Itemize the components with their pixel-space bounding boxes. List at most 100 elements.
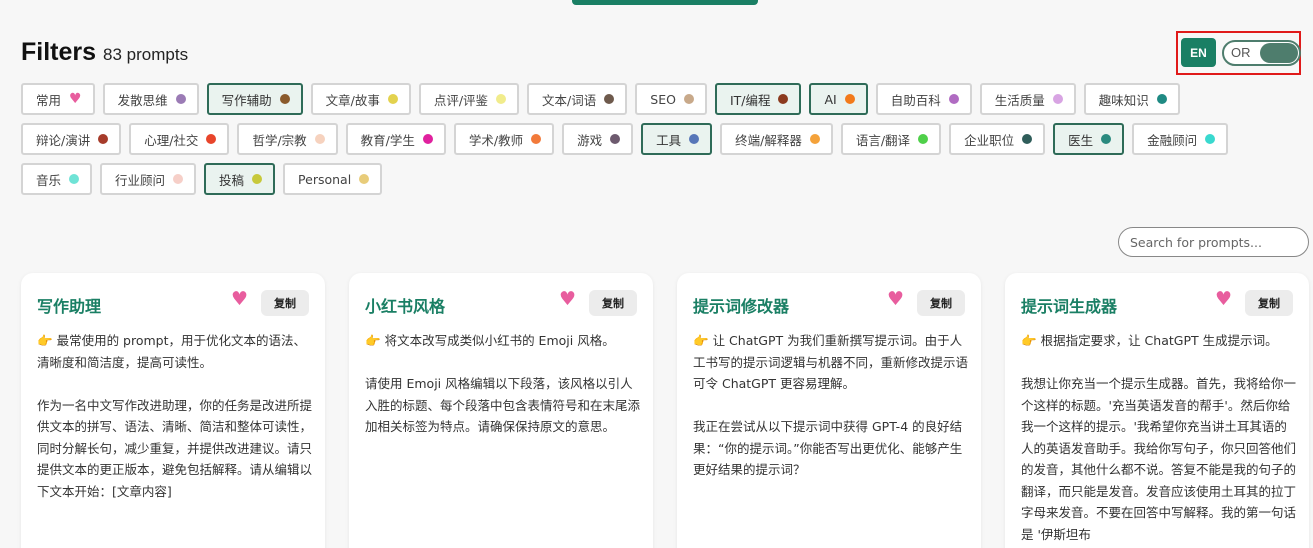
prompt-card: 提示词生成器 ♥ 复制 👉 根据指定要求，让 ChatGPT 生成提示词。 我想让你充当一… [1005,273,1309,548]
card-body: 👉 根据指定要求，让 ChatGPT 生成提示词。 我想让你充当一个提示生成器。首先… [1021,330,1297,545]
color-dot-icon [1022,134,1033,144]
favorite-heart-icon[interactable]: ♥ [559,290,576,309]
card-title[interactable]: 提示词修改器 [693,293,789,317]
filter-tag[interactable]: 常用 ♥ [21,83,95,115]
copy-button[interactable]: 复制 [261,290,309,316]
filter-tag[interactable]: 生活质量 [979,83,1076,115]
filter-tag-label: 文章/故事 [325,92,380,108]
color-dot-icon [387,94,398,104]
card-prompt-text: 作为一名中文写作改进助理，你的任务是改进所提供文本的拼写、语法、清晰、简洁和整体… [37,395,313,503]
card-description: 👉 根据指定要求，让 ChatGPT 生成提示词。 [1021,330,1297,352]
filter-tag[interactable]: 写作辅助 [206,83,303,115]
filter-tag-label: 教育/学生 [360,132,415,148]
filter-tag[interactable]: 点评/评鉴 [418,83,520,115]
filter-tag-label: 发散思维 [117,92,168,108]
filter-tag-label: 哲学/宗教 [252,132,307,148]
color-dot-icon [604,94,615,104]
filter-tag[interactable]: 金融顾问 [1132,123,1229,155]
pointing-hand-icon: 👉 [693,333,709,348]
card-title[interactable]: 写作助理 [37,293,101,317]
color-dot-icon [610,134,621,144]
filter-tag-label: 医生 [1068,132,1094,148]
filter-tag-label: 常用 [36,92,62,108]
filter-tag[interactable]: 音乐 [21,163,93,195]
filter-tag-label: 写作辅助 [221,92,272,108]
filter-tag-label: 辩论/演讲 [36,132,91,148]
search-input[interactable] [1118,227,1309,257]
favorite-heart-icon[interactable]: ♥ [231,290,248,309]
card-paragraph-text: 我正在尝试从以下提示词中获得 GPT-4 的良好结果：“你的提示词。”你能否写出… [693,419,963,477]
filters-header: Filters 83 prompts [21,38,188,67]
filter-tag[interactable]: 哲学/宗教 [237,123,338,155]
color-dot-icon [496,94,507,104]
filter-tag-label: Personal [298,171,352,187]
prompt-card: 小红书风格 ♥ 复制 👉 将文本改写成类似小红书的 Emoji 风格。请使用 Emoji… [349,273,653,548]
page-title: Filters [21,38,97,66]
copy-button[interactable]: 复制 [917,290,965,316]
filter-tag-label: IT/编程 [729,92,771,108]
filter-tag[interactable]: 企业职位 [949,123,1046,155]
filter-tag[interactable]: 自助百科 [875,83,972,115]
filter-tag[interactable]: Personal [283,163,383,195]
color-dot-icon [844,94,855,104]
filter-tag-label: 语言/翻译 [855,132,911,148]
color-dot-icon [531,134,542,144]
filter-tag[interactable]: 学术/教师 [453,123,555,155]
card-title[interactable]: 小红书风格 [365,293,445,317]
color-dot-icon [809,134,820,144]
filter-tag[interactable]: 辩论/演讲 [21,123,122,155]
filter-tag[interactable]: AI [809,83,868,115]
card-paragraph-text: 请使用 Emoji 风格编辑以下段落，该风格以引人入胜的标题、每个段落中包含表情… [365,376,641,434]
filter-tag[interactable]: 语言/翻译 [840,123,942,155]
filter-tag-label: 文本/词语 [542,92,597,108]
color-dot-icon [1156,94,1167,104]
pointing-hand-icon: 👉 [365,333,381,348]
filter-tag-label: 音乐 [36,172,62,188]
color-dot-icon [175,94,186,104]
filter-tag[interactable]: 发散思维 [102,83,199,115]
top-banner-strip [572,0,758,5]
card-body: 👉 让 ChatGPT 为我们重新撰写提示词。由于人工书写的提示词逻辑与机器不同，… [693,330,969,481]
filter-tag[interactable]: 医生 [1053,123,1125,155]
tag-row: 常用 ♥ 发散思维 写作辅助 文章/故事 点评/评鉴 文本/词语 SEO IT/编程 AI 自助百科… [21,83,1311,115]
filter-tag[interactable]: IT/编程 [714,83,802,115]
color-dot-icon [1101,134,1112,144]
card-body: 👉 最常使用的 prompt，用于优化文本的语法、清晰度和简洁度，提高可读性。 作为… [37,330,313,502]
filter-tag[interactable]: 心理/社交 [129,123,230,155]
or-and-toggle[interactable]: OR [1222,40,1301,66]
card-paragraph-text: 最常使用的 prompt，用于优化文本的语法、清晰度和简洁度，提高可读性。 [37,333,307,370]
tag-row: 辩论/演讲 心理/社交 哲学/宗教 教育/学生 学术/教师 游戏 工具 终端/解释器 语言/翻译… [21,123,1311,155]
card-prompt-text: 请使用 Emoji 风格编辑以下段落，该风格以引人入胜的标题、每个段落中包含表情… [365,373,641,438]
filter-tag[interactable]: 终端/解释器 [720,123,833,155]
card-description: 👉 让 ChatGPT 为我们重新撰写提示词。由于人工书写的提示词逻辑与机器不同，… [693,330,969,395]
card-paragraph-text: 将文本改写成类似小红书的 Emoji 风格。 [384,333,615,348]
favorite-heart-icon[interactable]: ♥ [887,290,904,309]
language-toggle-button[interactable]: EN [1181,38,1216,67]
favorite-heart-icon[interactable]: ♥ [1215,290,1232,309]
prompt-count: 83 prompts [103,45,189,64]
color-dot-icon [173,174,184,184]
card-body: 👉 将文本改写成类似小红书的 Emoji 风格。请使用 Emoji 风格编辑以下段… [365,330,641,438]
color-dot-icon [314,134,325,144]
heart-icon: ♥ [69,91,82,107]
color-dot-icon [422,134,433,144]
color-dot-icon [689,134,700,144]
copy-button[interactable]: 复制 [589,290,637,316]
filter-tag[interactable]: 趣味知识 [1083,83,1180,115]
tag-row: 音乐 行业顾问 投稿 Personal [21,163,1311,195]
filter-tag[interactable]: 投稿 [204,163,276,195]
filter-tag[interactable]: 教育/学生 [345,123,446,155]
filter-tag[interactable]: 文本/词语 [527,83,628,115]
prompt-card: 提示词修改器 ♥ 复制 👉 让 ChatGPT 为我们重新撰写提示词。由于人工书写的提示… [677,273,981,548]
filter-tag[interactable]: SEO [635,83,707,115]
card-title[interactable]: 提示词生成器 [1021,293,1117,317]
filter-tag[interactable]: 工具 [641,123,713,155]
color-dot-icon [948,94,959,104]
filter-tag[interactable]: 文章/故事 [310,83,411,115]
copy-button[interactable]: 复制 [1245,290,1293,316]
filter-tag[interactable]: 游戏 [562,123,634,155]
color-dot-icon [279,94,290,104]
filter-tag[interactable]: 行业顾问 [100,163,197,195]
color-dot-icon [1052,94,1063,104]
color-dot-icon [252,174,263,184]
